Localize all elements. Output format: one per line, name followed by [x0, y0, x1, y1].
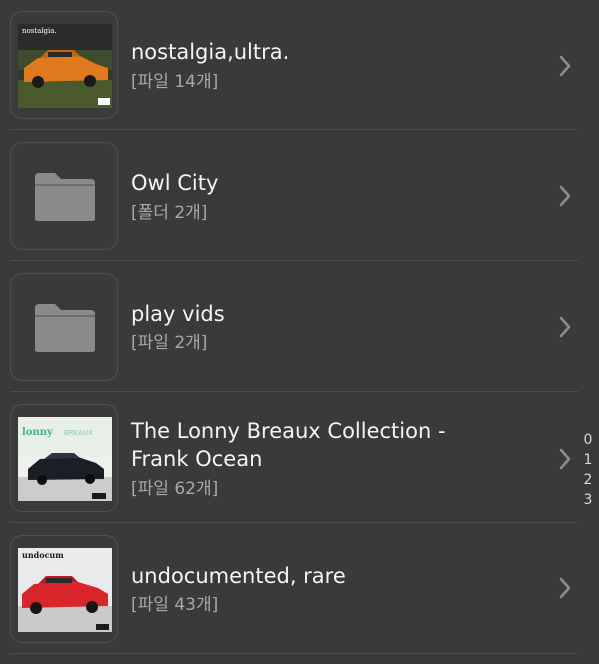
- album-art-thumbnail: lonny BREAUX: [10, 404, 118, 512]
- divider: [10, 129, 578, 130]
- chevron-right-icon: [559, 316, 571, 338]
- divider: [10, 522, 578, 523]
- album-art-label: undocum: [22, 550, 64, 560]
- divider: [10, 260, 578, 261]
- album-cover-nostalgia-ultra: nostalgia.: [18, 24, 112, 108]
- album-cover-lonny-breaux: lonny BREAUX: [18, 417, 112, 501]
- list-item[interactable]: undocum undocumented, rare [파일 43개]: [0, 524, 578, 654]
- index-item[interactable]: 0: [578, 430, 598, 450]
- item-title: undocumented, rare: [131, 564, 346, 588]
- chevron-right-icon: [559, 185, 571, 207]
- item-subtitle: [파일 14개]: [131, 72, 219, 92]
- album-art-thumbnail: undocum: [10, 535, 118, 643]
- item-title: nostalgia,ultra.: [131, 40, 290, 64]
- chevron-right-icon: [559, 448, 571, 470]
- list-item[interactable]: play vids [파일 2개]: [0, 262, 578, 392]
- item-title-line-2: Frank Ocean: [131, 447, 263, 471]
- section-index-bar[interactable]: 0 1 2 3: [578, 430, 598, 510]
- divider: [10, 653, 578, 654]
- chevron-right-icon: [559, 577, 571, 599]
- file-list: nostalgia. nostalgia,ultra. [파일 14개] Owl…: [0, 0, 599, 664]
- item-title: play vids: [131, 302, 225, 326]
- folder-thumbnail: [10, 273, 118, 381]
- list-item[interactable]: lonny BREAUX The Lonny Breaux Collection…: [0, 393, 578, 523]
- item-subtitle: [파일 62개]: [131, 479, 219, 499]
- album-art-label-secondary: BREAUX: [64, 429, 93, 437]
- album-art-thumbnail: nostalgia.: [10, 11, 118, 119]
- album-cover-undocumented-rare: undocum: [18, 548, 112, 632]
- index-item[interactable]: 2: [578, 470, 598, 490]
- folder-icon: [35, 173, 95, 221]
- item-subtitle: [파일 43개]: [131, 595, 219, 615]
- chevron-right-icon: [559, 55, 571, 77]
- album-art-label: nostalgia.: [22, 27, 57, 35]
- item-title: Owl City: [131, 171, 219, 195]
- folder-thumbnail: [10, 142, 118, 250]
- item-subtitle: [파일 2개]: [131, 333, 208, 353]
- item-title-line-1: The Lonny Breaux Collection -: [131, 419, 446, 443]
- list-item[interactable]: Owl City [폴더 2개]: [0, 131, 578, 261]
- folder-icon: [35, 304, 95, 352]
- index-item[interactable]: 3: [578, 490, 598, 510]
- list-item[interactable]: nostalgia. nostalgia,ultra. [파일 14개]: [0, 0, 578, 130]
- index-item[interactable]: 1: [578, 450, 598, 470]
- item-subtitle: [폴더 2개]: [131, 203, 208, 223]
- divider: [10, 391, 578, 392]
- album-art-label: lonny: [22, 427, 54, 438]
